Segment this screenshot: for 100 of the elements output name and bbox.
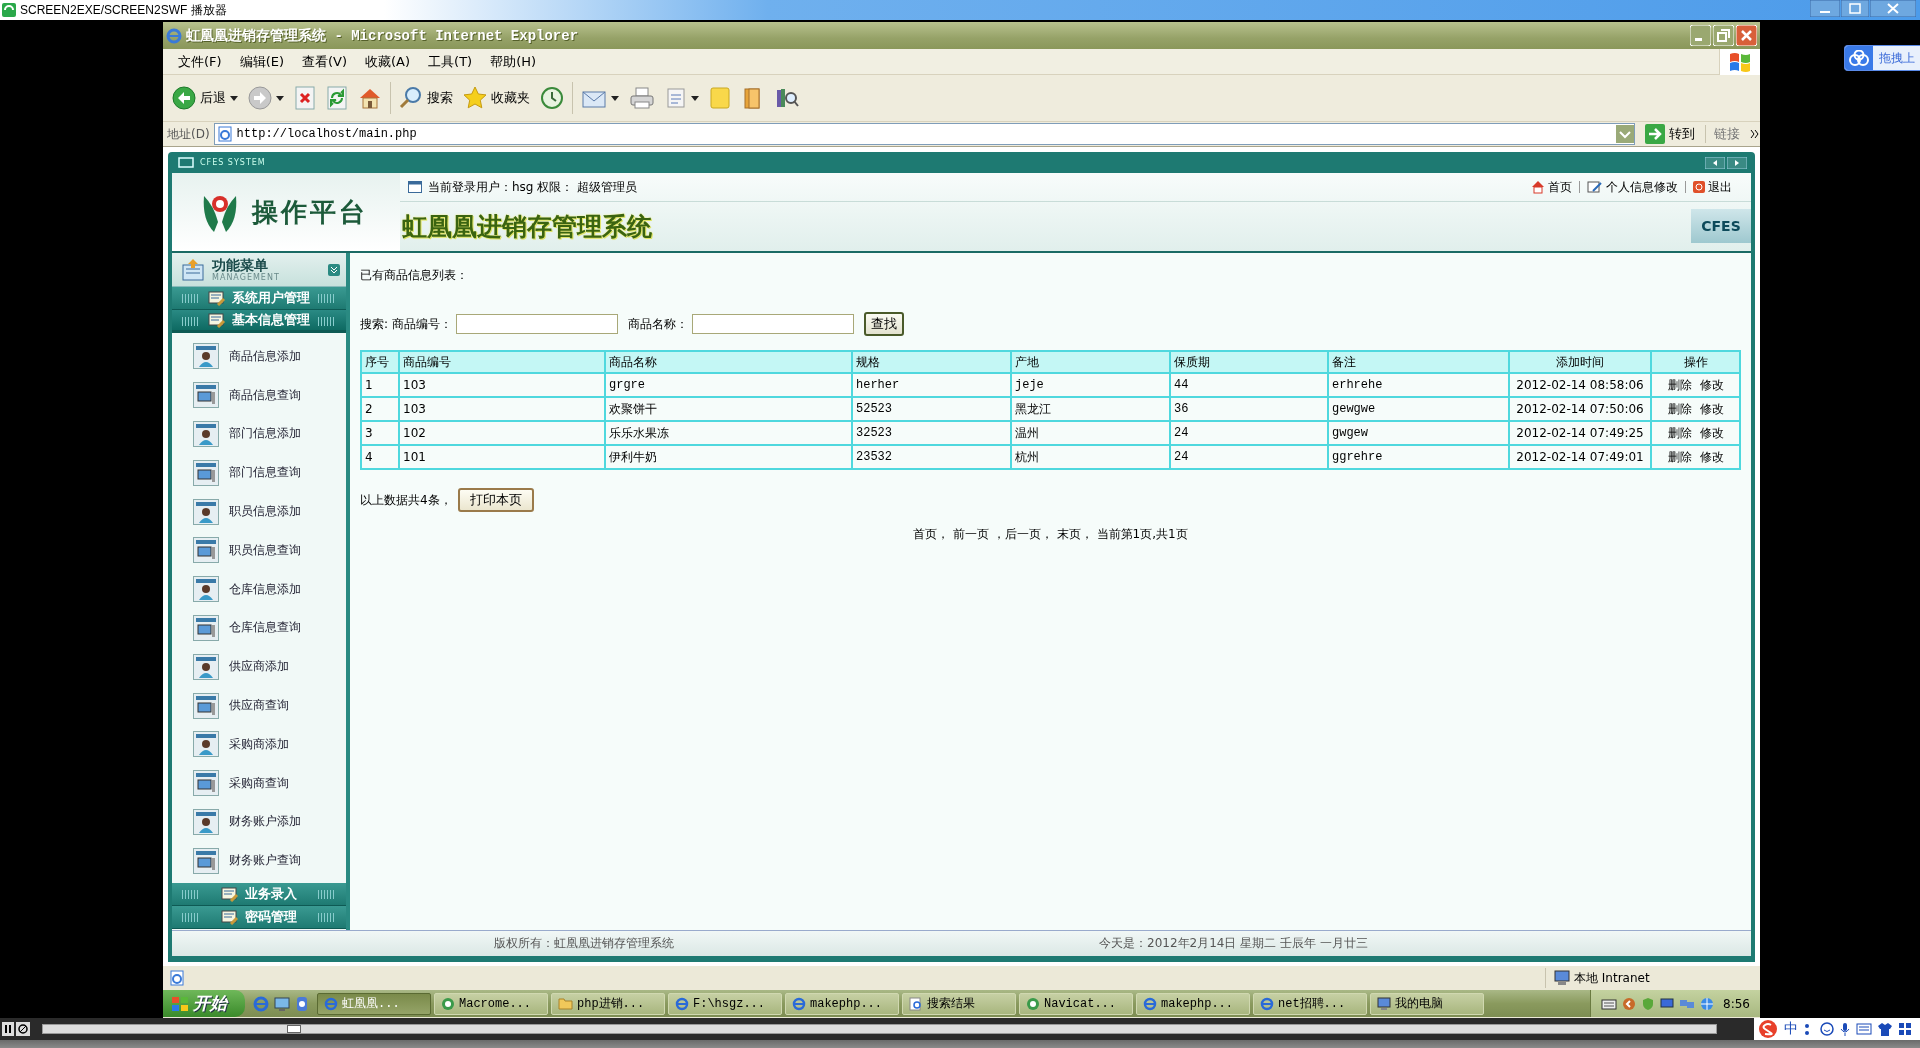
action-link[interactable]: 删除 xyxy=(1667,424,1692,442)
action-link[interactable]: 修改 xyxy=(1699,424,1724,442)
menu-item[interactable]: 部门信息添加 xyxy=(172,414,346,454)
go-button[interactable]: 转到 xyxy=(1639,124,1701,144)
action-link[interactable]: 删除 xyxy=(1667,448,1692,466)
menu-section[interactable]: 基本信息管理 xyxy=(172,310,346,333)
nav-link[interactable]: 退出 xyxy=(1690,178,1735,196)
sogou-icon[interactable] xyxy=(1758,1019,1778,1039)
progress-thumb[interactable] xyxy=(286,1025,301,1033)
monitor-card-icon xyxy=(193,382,219,409)
menu-item[interactable]: 查看(V) xyxy=(293,50,357,73)
globe-icon[interactable] xyxy=(1700,996,1715,1011)
menu-item[interactable]: 收藏(A) xyxy=(356,50,420,73)
find-button[interactable]: 查找 xyxy=(864,312,905,336)
grid-icon[interactable] xyxy=(1898,1022,1912,1036)
keyboard-icon[interactable] xyxy=(1601,997,1618,1010)
menu-item[interactable]: 编辑(E) xyxy=(230,50,293,73)
pause-button[interactable] xyxy=(2,1022,14,1036)
dropdown-button[interactable] xyxy=(1616,125,1634,143)
action-link[interactable]: 修改 xyxy=(1699,400,1724,418)
taskbar-button[interactable]: 我的电脑 xyxy=(1370,992,1484,1015)
monitor-icon[interactable] xyxy=(1660,996,1675,1011)
ie-icon[interactable] xyxy=(253,995,269,1012)
shirt-icon[interactable] xyxy=(1878,1022,1892,1036)
search-field[interactable] xyxy=(692,314,855,334)
address-field[interactable]: http://localhost/main.php xyxy=(213,123,1635,145)
app-icon xyxy=(1026,996,1040,1011)
action-link[interactable]: 修改 xyxy=(1699,376,1724,394)
back-button[interactable]: 后退 xyxy=(167,83,243,113)
smiley-icon[interactable] xyxy=(1820,1022,1834,1036)
logout-icon xyxy=(1693,181,1705,193)
menu-item[interactable]: 采购商查询 xyxy=(172,763,346,803)
menu-item[interactable]: 文件(F) xyxy=(169,50,231,73)
menu-section[interactable]: 密码管理 xyxy=(172,906,346,930)
column-header: 备注 xyxy=(1328,351,1509,373)
search-field[interactable] xyxy=(456,314,619,334)
star-icon[interactable] xyxy=(463,86,487,110)
taskbar-button[interactable]: makephp... xyxy=(785,992,899,1015)
menu-item[interactable]: 仓库信息查询 xyxy=(172,608,346,648)
date-text: 今天是：2012年2月14日 星期二 壬辰年 一月廿三 xyxy=(1099,935,1368,952)
taskbar-button[interactable]: Navicat... xyxy=(1019,992,1133,1015)
taskbar-button[interactable]: F:\hsgz... xyxy=(668,992,782,1015)
back-icon[interactable] xyxy=(1622,996,1637,1011)
taskbar-button[interactable]: 搜索结果 xyxy=(902,992,1016,1015)
table-cell: 3 xyxy=(361,421,399,445)
taskbar-button[interactable]: php进销... xyxy=(551,992,665,1015)
ie-icon xyxy=(324,996,338,1011)
menu-item[interactable]: 仓库信息添加 xyxy=(172,569,346,609)
close-button[interactable] xyxy=(1870,0,1916,17)
progress-track[interactable] xyxy=(42,1024,1717,1034)
favorites-button[interactable]: 收藏夹 xyxy=(458,83,535,113)
stop-button[interactable] xyxy=(16,1022,30,1036)
forward-icon[interactable] xyxy=(248,86,272,110)
drag-upload-widget[interactable]: 拖拽上 xyxy=(1844,45,1920,71)
menu-item[interactable]: 供应商查询 xyxy=(172,686,346,725)
back-icon[interactable] xyxy=(172,86,196,110)
taskbar-button[interactable]: net招聘... xyxy=(1253,992,1367,1015)
table-cell: 101 xyxy=(399,445,605,469)
menu-item[interactable]: 帮助(H) xyxy=(481,50,546,73)
menu-item[interactable]: 职员信息查询 xyxy=(172,531,346,570)
action-link[interactable]: 删除 xyxy=(1667,400,1692,418)
table-cell: 2012-02-14 07:49:01 xyxy=(1509,445,1651,469)
microphone-icon[interactable] xyxy=(1840,1022,1850,1036)
links-button[interactable]: 链接 xyxy=(1705,125,1746,143)
search-button[interactable]: 搜索 xyxy=(394,83,458,113)
nav-link[interactable]: 个人信息修改 xyxy=(1584,178,1681,196)
action-link[interactable]: 修改 xyxy=(1699,448,1724,466)
previous-button[interactable] xyxy=(1705,156,1725,169)
taskbar-button[interactable]: makephp... xyxy=(1136,992,1250,1015)
caret-icon xyxy=(230,93,238,103)
column-header: 操作 xyxy=(1651,351,1740,373)
chevron-icon[interactable] xyxy=(1750,129,1760,139)
menu-item[interactable]: 职员信息添加 xyxy=(172,492,346,531)
menu-item[interactable]: 供应商添加 xyxy=(172,647,346,687)
table-cell: 4 xyxy=(361,445,399,469)
minimize-button[interactable] xyxy=(1810,0,1840,17)
menu-item[interactable]: 部门信息查询 xyxy=(172,453,346,493)
print-button[interactable]: 打印本页 xyxy=(457,488,534,512)
menu-section[interactable]: 业务录入 xyxy=(172,883,346,907)
menu-item[interactable]: 商品信息添加 xyxy=(172,337,346,376)
collapse-button[interactable] xyxy=(328,263,340,276)
action-link[interactable]: 删除 xyxy=(1667,376,1692,394)
restore-button[interactable] xyxy=(1841,0,1869,17)
menu-item[interactable]: 采购商添加 xyxy=(172,724,346,764)
menu-item[interactable]: 工具(T) xyxy=(419,50,482,73)
menu-item[interactable]: 商品信息查询 xyxy=(172,375,346,415)
keyboard-icon[interactable] xyxy=(1856,1023,1872,1035)
person-card-icon xyxy=(193,808,219,835)
taskbar-button[interactable]: Macrome... xyxy=(434,992,548,1015)
menu-item[interactable]: 财务账户添加 xyxy=(172,802,346,842)
menu-section[interactable]: 系统用户管理 xyxy=(172,287,346,310)
desktop-icon[interactable] xyxy=(274,995,290,1012)
table-cell: 1 xyxy=(361,373,399,397)
nav-link[interactable]: 首页 xyxy=(1528,178,1575,196)
next-button[interactable] xyxy=(1727,156,1747,169)
document-icon[interactable] xyxy=(665,86,687,110)
search-icon[interactable] xyxy=(399,86,423,110)
table-cell: 24 xyxy=(1170,421,1328,445)
menu-item[interactable]: 财务账户查询 xyxy=(172,841,346,881)
media-icon[interactable] xyxy=(295,995,309,1012)
